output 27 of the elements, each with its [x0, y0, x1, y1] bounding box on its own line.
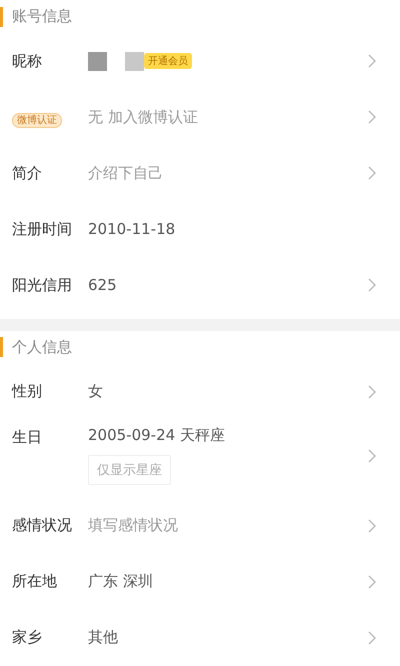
row-label: 生日: [11, 428, 43, 447]
verification-tag: 微博认证: [12, 112, 62, 128]
row-label: 所在地: [11, 572, 58, 592]
section-title: 账号信息: [12, 7, 72, 26]
redaction-block: [125, 52, 144, 71]
row-label: 性别: [10, 382, 43, 402]
row-label: 昵称: [11, 52, 43, 71]
row-label: 注册时间: [11, 220, 73, 239]
row-value: 2005-09-24 天秤座: [88, 426, 225, 446]
row-value: 其他: [88, 628, 118, 648]
row-label: 家乡: [11, 628, 43, 648]
option-chip[interactable]: 仅显示星座: [88, 455, 171, 486]
section-title: 个人信息: [12, 338, 72, 357]
row-value: 无 加入微博认证: [88, 108, 198, 127]
row-value: 625: [88, 276, 117, 294]
row-value: 介绍下自己: [88, 164, 163, 183]
row-value: 广东 深圳: [88, 572, 153, 592]
vip-badge[interactable]: 开通会员: [144, 53, 192, 70]
row-label: 简介: [11, 164, 43, 183]
redaction-block: [88, 52, 107, 71]
row-value: 女: [88, 382, 103, 402]
section-accent-bar: [0, 6, 3, 27]
row-label: 感情状况: [11, 516, 73, 536]
section-accent-bar: [0, 337, 3, 358]
row-value: 填写感情状况: [88, 516, 178, 536]
row-label: 阳光信用: [11, 276, 73, 295]
row-value: 2010-11-18: [88, 220, 176, 238]
